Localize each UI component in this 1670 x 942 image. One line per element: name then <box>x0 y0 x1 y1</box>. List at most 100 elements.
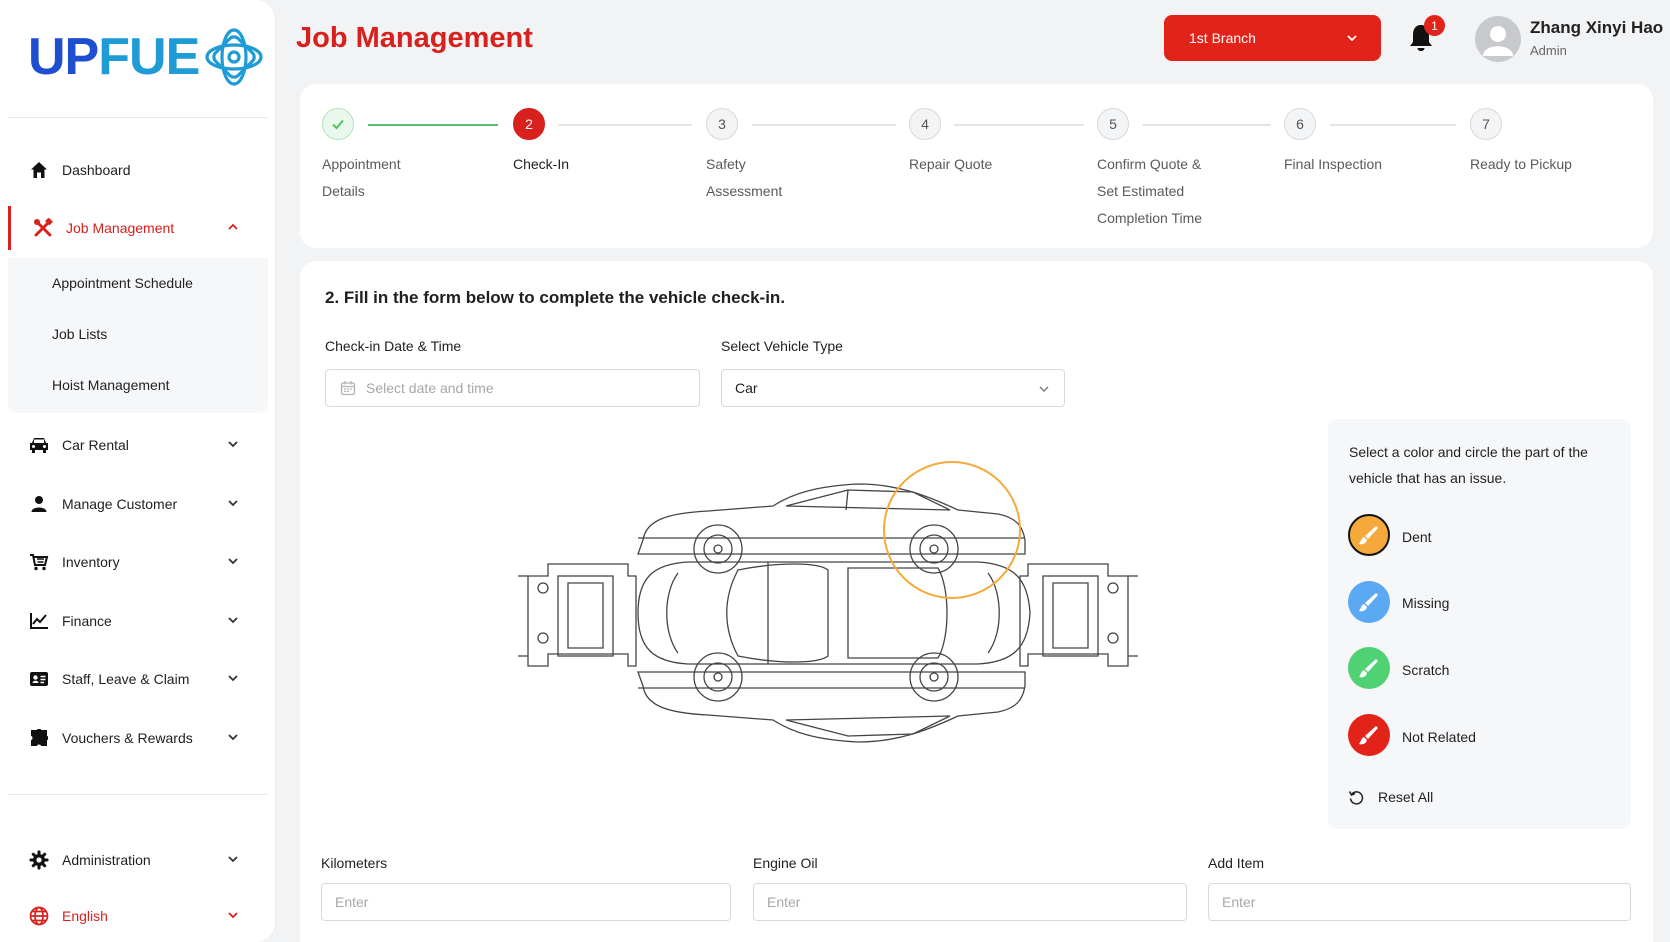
car-icon <box>28 434 50 456</box>
add-item-label: Add Item <box>1208 855 1265 871</box>
damage-legend-panel: Select a color and circle the part of th… <box>1328 419 1631 829</box>
chevron-down-icon <box>228 441 238 448</box>
checkin-datetime-label: Check-in Date & Time <box>325 338 462 354</box>
reset-all-label: Reset All <box>1378 789 1434 805</box>
step-4-label: Repair Quote <box>909 156 993 172</box>
calendar-icon <box>340 381 356 396</box>
sidebar-item-inventory[interactable]: Inventory <box>8 540 268 584</box>
engine-oil-placeholder: Enter <box>767 894 801 910</box>
step-1-label: Appointment Details <box>322 156 401 199</box>
step-4-circle[interactable]: 4 <box>909 108 941 140</box>
brush-icon <box>1359 659 1378 678</box>
brush-icon <box>1359 593 1378 612</box>
logo: UPFUE <box>28 26 267 88</box>
reset-all-button[interactable]: Reset All <box>1348 789 1433 805</box>
chevron-down-icon <box>228 500 238 507</box>
step-connector-4 <box>954 124 1084 126</box>
car-side-view-bottom <box>637 652 1026 743</box>
sidebar-item-finance[interactable]: Finance <box>8 599 268 643</box>
step-2-circle[interactable]: 2 <box>513 108 545 140</box>
sidebar-item-staff-leave-claim[interactable]: Staff, Leave & Claim <box>8 657 268 701</box>
brush-icon <box>1359 526 1378 545</box>
globe-icon <box>28 905 50 927</box>
kilometers-input[interactable]: Enter <box>321 883 731 921</box>
sidebar-item-vouchers-rewards[interactable]: Vouchers & Rewards <box>8 716 268 760</box>
step-5-label: Confirm Quote & Set Estimated Completion T… <box>1097 156 1203 226</box>
sidebar-item-car-rental[interactable]: Car Rental <box>8 423 268 467</box>
checkin-datetime-input[interactable]: Select date and time <box>325 369 700 407</box>
sidebar-divider <box>8 794 267 795</box>
car-front-view <box>518 563 637 667</box>
sidebar-item-label: English <box>62 908 108 924</box>
color-scratch-swatch[interactable] <box>1348 647 1390 689</box>
car-side-view-top <box>637 483 1026 574</box>
kilometers-placeholder: Enter <box>335 894 369 910</box>
submenu-hoist-management[interactable]: Hoist Management <box>52 377 170 393</box>
form-title: 2. Fill in the form below to complete th… <box>325 288 786 307</box>
sidebar-item-job-management[interactable]: Job Management <box>8 206 268 250</box>
cart-icon <box>28 551 50 573</box>
sidebar-item-label: Manage Customer <box>62 496 178 512</box>
kilometers-label: Kilometers <box>321 855 388 871</box>
puzzle-icon <box>28 727 50 749</box>
add-item-placeholder: Enter <box>1222 894 1256 910</box>
car-top-view <box>637 561 1031 665</box>
step-6-label: Final Inspection <box>1284 156 1383 172</box>
branch-selector[interactable]: 1st Branch <box>1164 15 1381 61</box>
step-connector-6 <box>1330 124 1456 126</box>
color-missing-swatch[interactable] <box>1348 581 1390 623</box>
color-not-related-swatch[interactable] <box>1348 714 1390 756</box>
engine-oil-input[interactable]: Enter <box>753 883 1187 921</box>
step-5-circle[interactable]: 5 <box>1097 108 1129 140</box>
sidebar-item-manage-customer[interactable]: Manage Customer <box>8 482 268 526</box>
dent-annotation-circle[interactable] <box>883 461 1021 599</box>
vehicle-type-value: Car <box>735 380 758 396</box>
check-icon <box>332 119 344 130</box>
tools-icon <box>32 217 54 239</box>
job-management-submenu: Appointment Schedule Job Lists Hoist Man… <box>8 258 268 413</box>
color-dent-swatch[interactable] <box>1348 514 1390 556</box>
sidebar-item-dashboard[interactable]: Dashboard <box>8 148 268 192</box>
sidebar-item-label: Finance <box>62 613 112 629</box>
logo-knot-icon <box>205 28 263 86</box>
page-title: Job Management <box>296 22 533 54</box>
step-7-label: Ready to Pickup <box>1470 156 1572 172</box>
add-item-input[interactable]: Enter <box>1208 883 1631 921</box>
step-2-label: Check-In <box>513 156 570 172</box>
sidebar: UPFUE Dashboard Job Management Appointme… <box>0 0 276 942</box>
step-3-label: Safety Assessment <box>706 156 783 199</box>
submenu-job-lists[interactable]: Job Lists <box>52 326 107 342</box>
step-1-circle[interactable] <box>322 108 354 140</box>
step-7-circle[interactable]: 7 <box>1470 108 1502 140</box>
sidebar-item-label: Job Management <box>66 220 175 236</box>
submenu-appointment-schedule[interactable]: Appointment Schedule <box>52 275 193 291</box>
car-rear-view <box>1019 563 1138 667</box>
chevron-down-icon <box>228 617 238 624</box>
chevron-down-icon <box>228 856 238 863</box>
brush-icon <box>1359 726 1378 745</box>
avatar[interactable] <box>1475 16 1521 62</box>
sidebar-item-label: Car Rental <box>62 437 129 453</box>
step-3-circle[interactable]: 3 <box>706 108 738 140</box>
sidebar-item-label: Administration <box>62 852 151 868</box>
sidebar-divider <box>8 117 267 118</box>
sidebar-item-administration[interactable]: Administration <box>8 838 268 882</box>
home-icon <box>28 159 50 181</box>
step-6-circle[interactable]: 6 <box>1284 108 1316 140</box>
vehicle-type-select[interactable]: Car <box>721 369 1065 407</box>
gear-icon <box>28 849 50 871</box>
color-dent-label: Dent <box>1402 529 1432 545</box>
logo-text: UPFUE <box>28 28 200 86</box>
chevron-down-icon <box>1039 386 1049 392</box>
user-avatar-icon <box>1483 26 1513 56</box>
vehicle-damage-diagram[interactable] <box>518 458 1138 768</box>
sidebar-item-language[interactable]: English <box>8 894 268 938</box>
engine-oil-label: Engine Oil <box>753 855 818 871</box>
checkin-datetime-placeholder: Select date and time <box>366 380 494 396</box>
step-connector-3 <box>752 124 896 126</box>
step-connector-2 <box>558 124 692 126</box>
id-card-icon <box>28 668 50 690</box>
notification-count-badge: 1 <box>1424 15 1445 36</box>
sidebar-item-label: Vouchers & Rewards <box>62 730 193 746</box>
branch-selector-value: 1st Branch <box>1189 30 1256 46</box>
